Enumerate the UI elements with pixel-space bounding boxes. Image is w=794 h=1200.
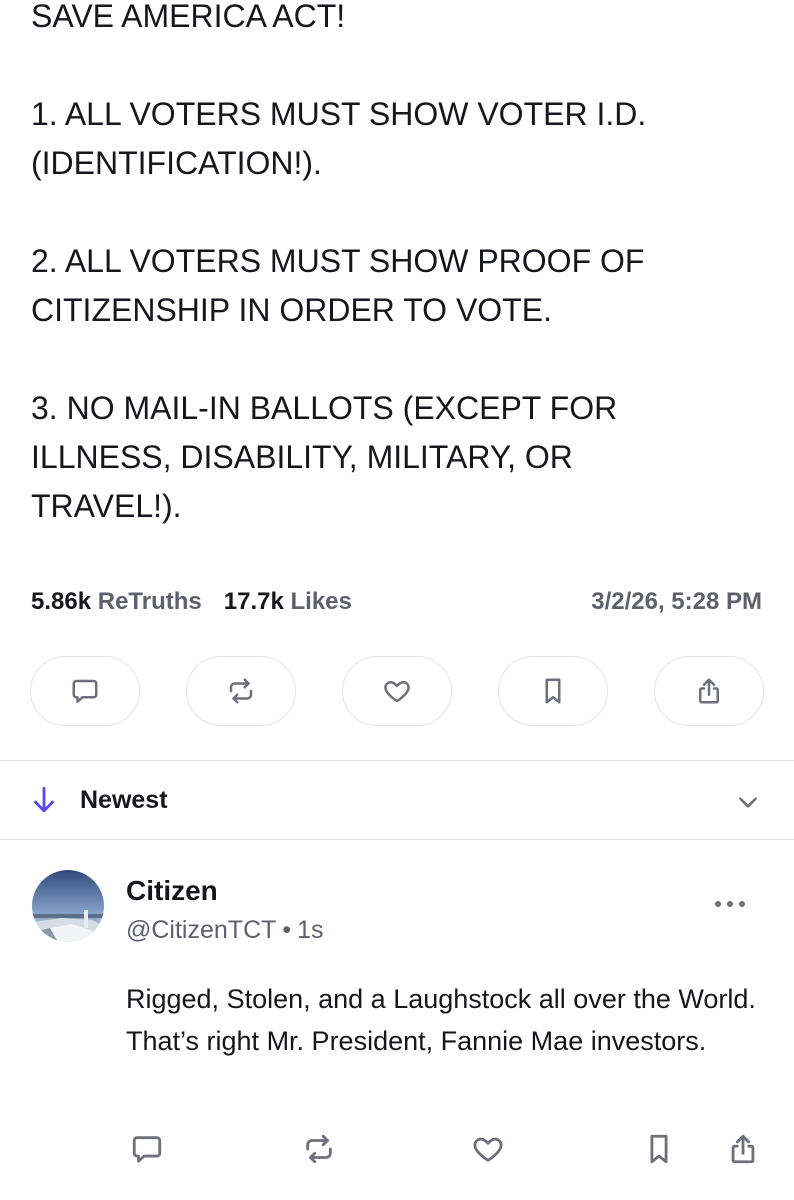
reply-bookmark-button[interactable] bbox=[642, 1132, 676, 1166]
like-button[interactable] bbox=[342, 656, 452, 726]
repost-icon bbox=[229, 678, 253, 704]
comment-icon bbox=[72, 679, 98, 703]
share-button[interactable] bbox=[654, 656, 764, 726]
post-line: CITIZENSHIP IN ORDER TO VOTE. bbox=[31, 292, 552, 328]
reply-share-button[interactable] bbox=[726, 1132, 760, 1166]
reply-time: 1s bbox=[297, 916, 324, 944]
post-body: SAVE AMERICA ACT! 1. ALL VOTERS MUST SHO… bbox=[31, 0, 771, 531]
more-options-icon[interactable] bbox=[714, 898, 746, 910]
post-line: SAVE AMERICA ACT! bbox=[31, 0, 346, 34]
retruths-count: 5.86k bbox=[31, 588, 92, 615]
avatar[interactable] bbox=[32, 870, 104, 942]
reply-display-name[interactable]: Citizen bbox=[126, 873, 218, 909]
reply-button[interactable] bbox=[30, 656, 140, 726]
post-line: (IDENTIFICATION!). bbox=[31, 145, 322, 181]
reply-like-button[interactable] bbox=[471, 1132, 505, 1166]
post-line: TRAVEL!). bbox=[31, 488, 182, 524]
reply-reply-button[interactable] bbox=[130, 1132, 164, 1166]
reply-item: Citizen @CitizenTCT • 1s Rigged, Stolen, a… bbox=[0, 840, 794, 1200]
post-line: ILLNESS, DISABILITY, MILITARY, OR bbox=[31, 439, 573, 475]
likes-count: 17.7k bbox=[223, 588, 284, 615]
avatar-image bbox=[32, 870, 104, 942]
reply-actions bbox=[126, 1132, 766, 1172]
reply-meta: @CitizenTCT • 1s bbox=[126, 913, 324, 947]
reply-retruth-button[interactable] bbox=[302, 1132, 336, 1166]
share-icon bbox=[699, 678, 719, 704]
retruths-stat[interactable]: 5.86k ReTruths bbox=[31, 586, 202, 618]
share-icon bbox=[731, 1134, 755, 1164]
reply-handle[interactable]: @CitizenTCT bbox=[126, 916, 276, 944]
likes-label: Likes bbox=[290, 588, 352, 615]
meta-separator: • bbox=[282, 916, 292, 944]
bookmark-icon bbox=[650, 1134, 668, 1164]
post-line: 3. NO MAIL-IN BALLOTS (EXCEPT FOR bbox=[31, 390, 618, 426]
chevron-down-icon[interactable] bbox=[735, 789, 761, 815]
retruth-button[interactable] bbox=[186, 656, 296, 726]
bookmark-icon bbox=[545, 678, 561, 704]
arrow-down-icon bbox=[34, 786, 54, 813]
bookmark-button[interactable] bbox=[498, 656, 608, 726]
post-actions bbox=[30, 656, 764, 728]
reply-text: Rigged, Stolen, and a Laughstock all ove… bbox=[126, 984, 756, 1056]
post-stats: 5.86k ReTruths 17.7k Likes 3/2/26, 5:28 … bbox=[31, 586, 762, 618]
repost-icon bbox=[306, 1134, 332, 1164]
heart-icon bbox=[473, 1137, 503, 1162]
retruths-label: ReTruths bbox=[97, 588, 202, 615]
post-timestamp: 3/2/26, 5:28 PM bbox=[591, 588, 762, 615]
sort-bar[interactable]: Newest bbox=[0, 761, 794, 839]
heart-icon bbox=[384, 681, 410, 703]
post-line: 2. ALL VOTERS MUST SHOW PROOF OF bbox=[31, 243, 645, 279]
likes-stat[interactable]: 17.7k Likes bbox=[224, 586, 352, 618]
sort-label: Newest bbox=[80, 786, 168, 814]
comment-icon bbox=[132, 1136, 162, 1163]
post-line: 1. ALL VOTERS MUST SHOW VOTER I.D. bbox=[31, 96, 647, 132]
